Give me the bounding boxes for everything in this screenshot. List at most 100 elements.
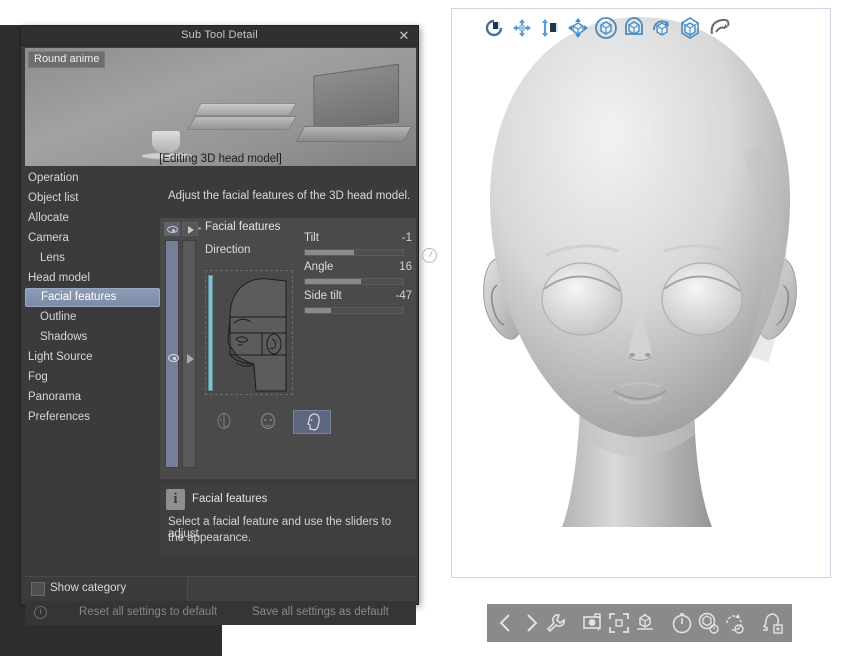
preset-name-tag: Round anime (28, 51, 106, 68)
dialog-titlebar[interactable]: Sub Tool Detail ✕ (21, 26, 418, 46)
viewport-bottom-toolbar (487, 604, 792, 642)
slider-row-angle: Angle 16 (300, 261, 412, 290)
settings-content: Adjust the facial features of the 3D hea… (160, 168, 437, 574)
show-category-label: Show category (50, 582, 127, 594)
rotate-camera-icon[interactable] (621, 15, 647, 41)
bottom-strip: Show category (25, 576, 416, 602)
face-profile-icon (307, 413, 320, 431)
3d-head-model (483, 17, 797, 527)
face-view-half-button[interactable] (205, 410, 243, 434)
fit-frame-icon[interactable] (607, 609, 631, 637)
slider-label-tilt: Tilt (304, 232, 319, 244)
sidebar-item-lens[interactable]: Lens (25, 248, 160, 268)
sidebar-item-light-source[interactable]: Light Source (25, 347, 160, 367)
save-all-settings-button[interactable]: Save all settings as default (252, 606, 389, 618)
sidebar-item-operation[interactable]: Operation (25, 168, 160, 188)
sidebar-item-shadows[interactable]: Shadows (25, 327, 160, 347)
nostril-left (629, 353, 635, 357)
direction-accent-bar (208, 275, 213, 391)
sidebar-item-object-list[interactable]: Object list (25, 188, 160, 208)
banner-caption: [Editing 3D head model] (159, 153, 282, 165)
move-xy-icon[interactable] (509, 15, 535, 41)
next-icon[interactable] (520, 609, 543, 637)
info-box: i Facial features Select a facial featur… (160, 483, 416, 556)
eye-icon (168, 354, 179, 362)
dialog-title: Sub Tool Detail (181, 29, 258, 41)
head-shape (489, 17, 791, 437)
wrench-icon[interactable] (544, 609, 567, 637)
info-icon: i (166, 489, 185, 510)
description-box: Adjust the facial features of the 3D hea… (160, 168, 416, 216)
laptop-base-shape (295, 126, 413, 142)
slider-tilt[interactable] (304, 249, 404, 256)
laptop-screen-shape (313, 63, 400, 129)
section-bullet (198, 227, 201, 230)
playback-toggle-button[interactable] (182, 222, 198, 236)
section-title: Facial features (205, 221, 281, 233)
visibility-track[interactable] (165, 240, 179, 468)
face-half-icon (217, 412, 231, 430)
info-title: Facial features (192, 493, 268, 505)
sidebar-item-facial-features[interactable]: Facial features (25, 288, 160, 307)
preview-banner: Round anime [Editing 3D head model] (25, 48, 416, 166)
object-icon[interactable] (633, 609, 657, 637)
move-object-icon[interactable] (565, 15, 591, 41)
sidebar-item-panorama[interactable]: Panorama (25, 387, 160, 407)
close-icon[interactable]: ✕ (396, 28, 412, 44)
scale-object-icon[interactable] (649, 15, 675, 41)
slider-angle[interactable] (304, 278, 404, 285)
slider-value-tilt: -1 (401, 232, 412, 244)
move-z-icon[interactable] (537, 15, 563, 41)
slider-value-angle: 16 (399, 261, 412, 273)
nostril-right (645, 353, 651, 357)
prev-icon[interactable] (495, 609, 518, 637)
free-rotate-icon[interactable] (705, 15, 731, 41)
sidebar-item-outline[interactable]: Outline (25, 307, 160, 327)
add-head-icon[interactable] (760, 609, 784, 637)
play-icon (188, 226, 194, 234)
camera-icon[interactable] (581, 609, 605, 637)
fit-object-icon[interactable] (677, 15, 703, 41)
description-text: Adjust the facial features of the 3D hea… (168, 190, 411, 202)
sidebar-item-preferences[interactable]: Preferences (25, 407, 160, 427)
sidebar-item-fog[interactable]: Fog (25, 367, 160, 387)
bottom-right-box (187, 577, 416, 602)
3d-viewport[interactable] (451, 8, 831, 578)
slider-row-side-tilt: Side tilt -47 (300, 290, 412, 319)
info-line-2: the appearance. (168, 532, 252, 544)
face-view-toggle-group (205, 410, 405, 436)
dial-icon[interactable] (422, 248, 437, 263)
book-bottom-shape (186, 116, 298, 130)
sidebar-item-camera[interactable]: Camera (25, 228, 160, 248)
playback-track[interactable] (182, 240, 196, 468)
sidebar-item-head-model[interactable]: Head model (25, 268, 160, 288)
reset-icon (34, 606, 47, 619)
face-profile-diagram (227, 278, 287, 392)
timer-icon[interactable] (670, 609, 694, 637)
footer-bar: Reset all settings to default Save all s… (25, 601, 416, 625)
sub-tool-detail-dialog: Sub Tool Detail ✕ Round anime [Editing 3… (20, 25, 437, 625)
play-icon (187, 354, 194, 364)
parameter-area: Facial features Direction Tilt -1 Angle … (160, 218, 437, 479)
slider-side-tilt[interactable] (304, 307, 404, 314)
face-front-icon (260, 412, 276, 430)
face-view-front-button[interactable] (249, 410, 287, 434)
rotate-reset-icon[interactable] (722, 609, 746, 637)
face-view-profile-button[interactable] (293, 410, 331, 434)
cup-shape (151, 130, 181, 154)
face-direction-preview[interactable] (205, 270, 293, 395)
visibility-toggle-button[interactable] (164, 222, 180, 236)
reset-pose-icon[interactable] (481, 15, 507, 41)
app-backdrop-top-white (0, 0, 222, 25)
cube-object-icon[interactable] (696, 609, 720, 637)
show-category-checkbox[interactable] (31, 582, 45, 596)
direction-label: Direction (205, 244, 251, 256)
slider-fill-side-tilt (305, 308, 332, 313)
rotate-object-icon[interactable] (593, 15, 619, 41)
sidebar-item-allocate[interactable]: Allocate (25, 208, 160, 228)
slider-row-tilt: Tilt -1 (300, 232, 412, 261)
slider-fill-tilt (305, 250, 354, 255)
reset-all-settings-button[interactable]: Reset all settings to default (79, 606, 217, 618)
eye-icon (167, 226, 178, 233)
slider-value-side-tilt: -47 (395, 290, 412, 302)
